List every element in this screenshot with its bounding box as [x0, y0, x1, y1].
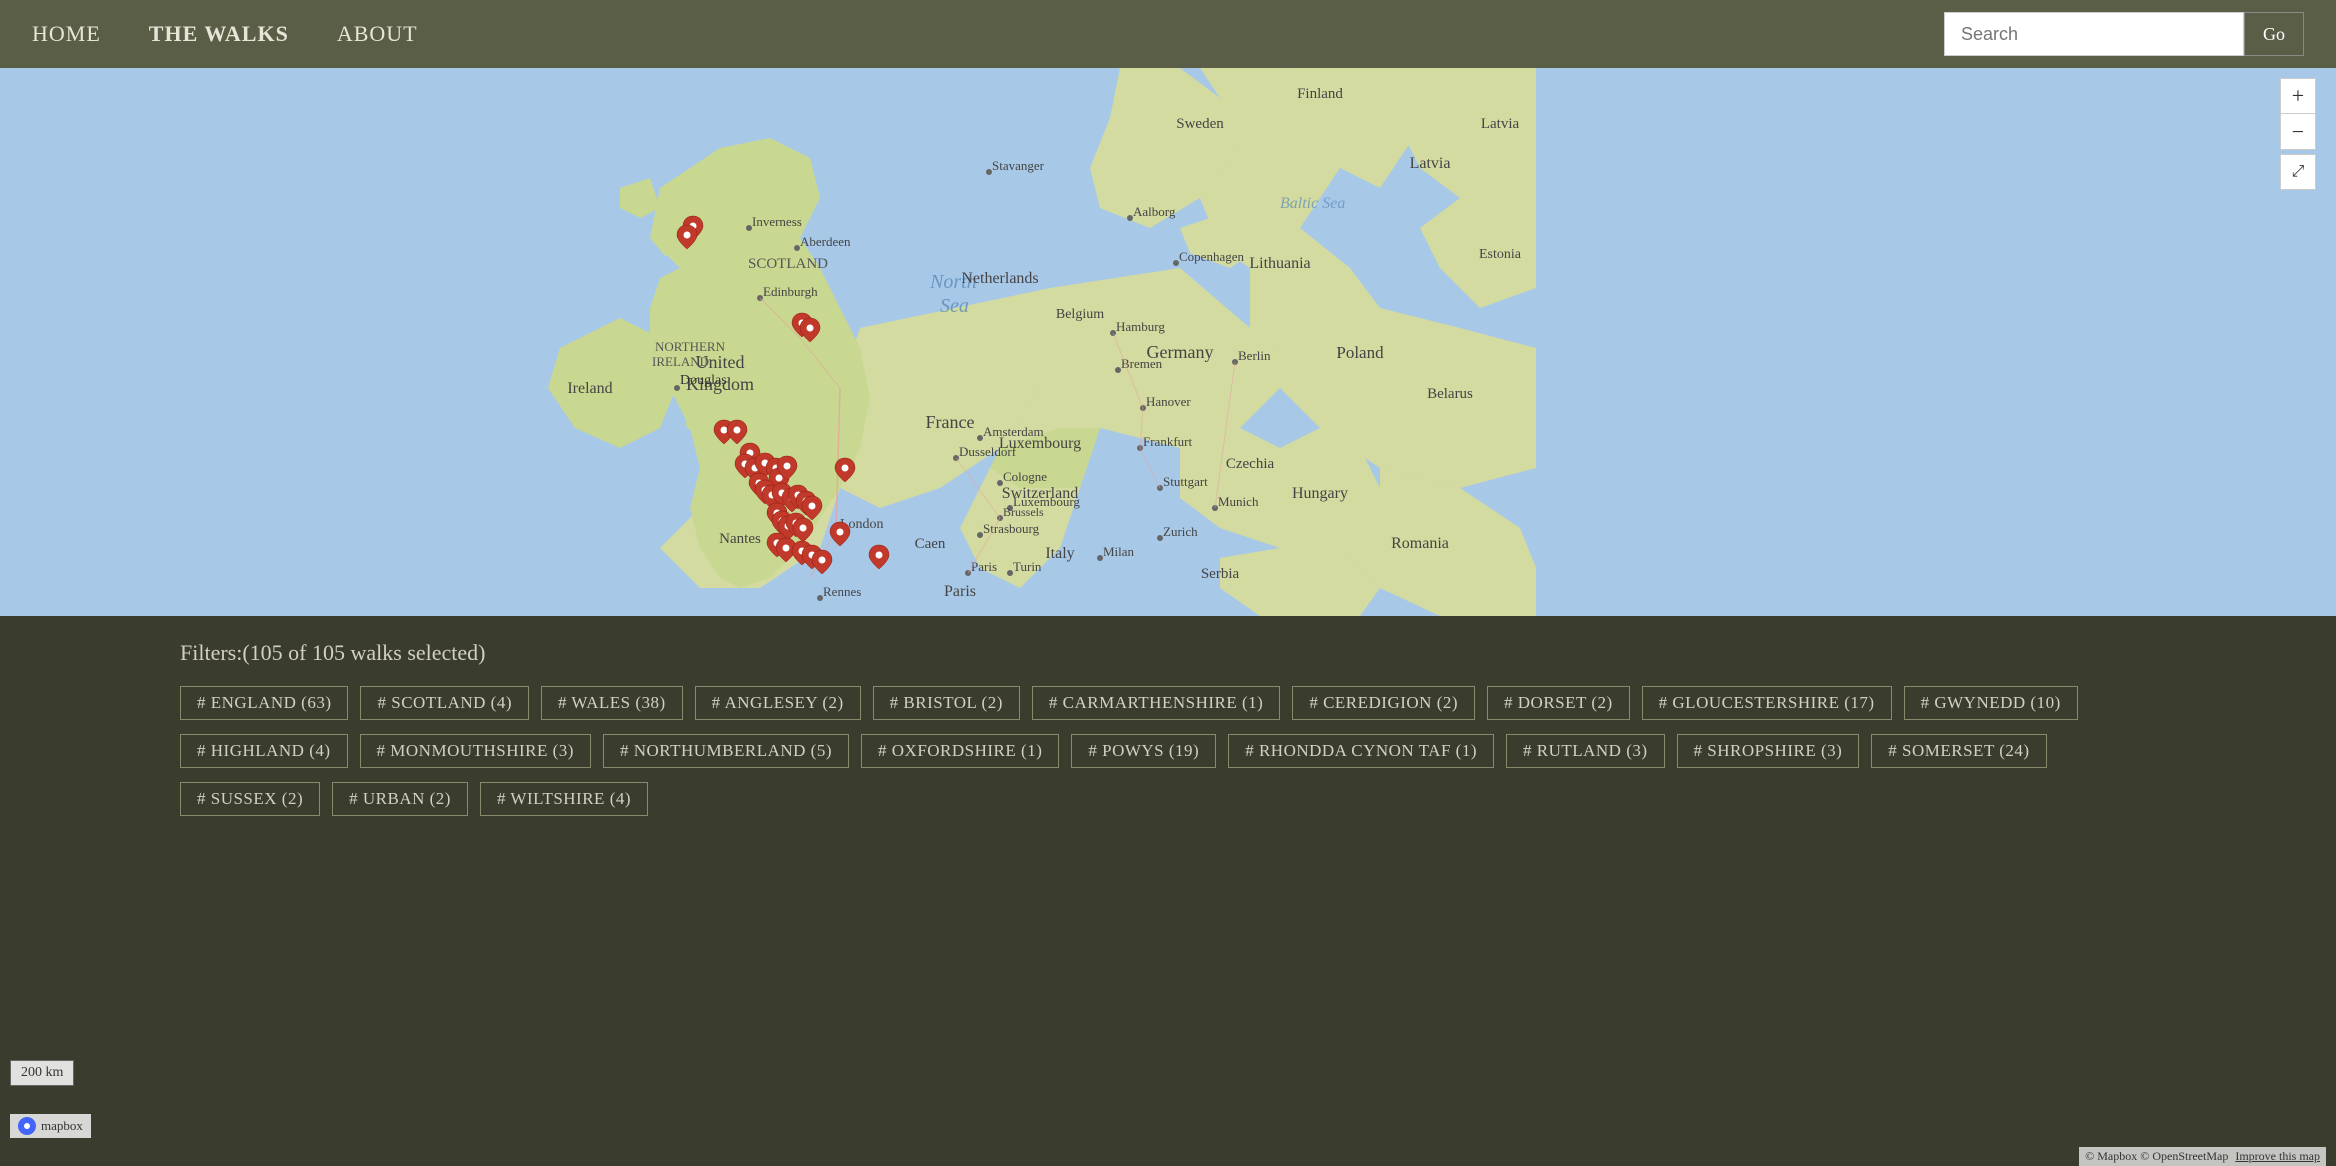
svg-text:Sea: Sea — [940, 295, 969, 317]
svg-text:Copenhagen: Copenhagen — [1179, 249, 1244, 264]
svg-text:IRELAND: IRELAND — [652, 354, 709, 369]
svg-text:Paris: Paris — [944, 583, 976, 600]
nav-about[interactable]: ABOUT — [337, 21, 418, 47]
nav-the-walks[interactable]: THE WALKS — [149, 21, 289, 47]
svg-text:Munich: Munich — [1218, 494, 1259, 509]
svg-text:Nantes: Nantes — [719, 531, 761, 547]
svg-text:Amsterdam: Amsterdam — [983, 424, 1044, 439]
filter-tag[interactable]: # POWYS (19) — [1071, 734, 1216, 768]
svg-text:Strasbourg: Strasbourg — [983, 521, 1040, 536]
search-container: Go — [1944, 12, 2304, 56]
map-controls: + − ⤢ — [2280, 78, 2316, 190]
svg-text:Brussels: Brussels — [1003, 505, 1044, 519]
svg-text:Romania: Romania — [1391, 535, 1449, 552]
douglas-label: Douglas — [680, 373, 727, 388]
svg-text:SCOTLAND: SCOTLAND — [748, 256, 828, 272]
search-button[interactable]: Go — [2244, 12, 2304, 56]
scale-bar: 200 km — [10, 1060, 74, 1086]
nav-home[interactable]: HOME — [32, 21, 101, 47]
filter-tag[interactable]: # RHONDDA CYNON TAF (1) — [1228, 734, 1494, 768]
filter-tag[interactable]: # WILTSHIRE (4) — [480, 782, 648, 816]
svg-text:Lithuania: Lithuania — [1249, 255, 1310, 272]
filter-tag[interactable]: # CEREDIGION (2) — [1292, 686, 1475, 720]
filter-tag[interactable]: # HIGHLAND (4) — [180, 734, 348, 768]
map-attribution: © Mapbox © OpenStreetMap Improve this ma… — [2079, 1147, 2326, 1166]
zoom-out-button[interactable]: − — [2280, 114, 2316, 150]
tags-row-2: # HIGHLAND (4) # MONMOUTHSHIRE (3) # NORTH… — [180, 734, 2156, 768]
svg-text:Belgium: Belgium — [1056, 307, 1104, 322]
svg-text:Milan: Milan — [1103, 544, 1135, 559]
filter-tag[interactable]: # SOMERSET (24) — [1871, 734, 2046, 768]
svg-text:Netherlands: Netherlands — [961, 270, 1038, 287]
filters-title: Filters:(105 of 105 walks selected) — [180, 640, 2156, 666]
filter-tag[interactable]: # RUTLAND (3) — [1506, 734, 1665, 768]
nav: HOME THE WALKS ABOUT — [32, 21, 466, 47]
svg-text:Zurich: Zurich — [1163, 524, 1198, 539]
svg-text:Berlin: Berlin — [1238, 348, 1271, 363]
map-container[interactable]: North Sea Baltic Sea United Kingdom Irel… — [0, 68, 2336, 616]
svg-text:Latvia: Latvia — [1410, 155, 1451, 172]
svg-text:Hungary: Hungary — [1292, 485, 1348, 502]
svg-text:Aberdeen: Aberdeen — [800, 234, 851, 249]
map-svg: North Sea Baltic Sea United Kingdom Irel… — [0, 68, 2336, 616]
svg-text:Dusseldorf: Dusseldorf — [959, 444, 1017, 459]
filter-tag[interactable]: # OXFORDSHIRE (1) — [861, 734, 1059, 768]
filter-tag[interactable]: # MONMOUTHSHIRE (3) — [360, 734, 591, 768]
svg-text:Cologne: Cologne — [1003, 469, 1047, 484]
tags-row-3: # SUSSEX (2) # URBAN (2) # WILTSHIRE (4) — [180, 782, 2156, 816]
mapbox-logo: mapbox — [10, 1114, 91, 1138]
svg-text:Italy: Italy — [1045, 545, 1074, 562]
improve-link[interactable]: Improve this map — [2235, 1149, 2320, 1163]
filter-tag[interactable]: # BRISTOL (2) — [873, 686, 1020, 720]
search-input[interactable] — [1944, 12, 2244, 56]
svg-text:Edinburgh: Edinburgh — [763, 284, 818, 299]
svg-text:Serbia: Serbia — [1201, 566, 1240, 582]
svg-text:Latvia: Latvia — [1481, 116, 1520, 132]
filter-tag[interactable]: # GWYNEDD (10) — [1904, 686, 2078, 720]
svg-text:Belarus: Belarus — [1427, 386, 1473, 402]
filter-tag[interactable]: # SUSSEX (2) — [180, 782, 320, 816]
filter-tag[interactable]: # URBAN (2) — [332, 782, 468, 816]
filters-panel: Filters:(105 of 105 walks selected) # EN… — [0, 616, 2336, 1166]
svg-text:Finland: Finland — [1297, 86, 1343, 102]
svg-text:Inverness: Inverness — [752, 214, 802, 229]
svg-text:Ireland: Ireland — [567, 380, 612, 397]
filter-tag[interactable]: # WALES (38) — [541, 686, 683, 720]
svg-text:Poland: Poland — [1336, 343, 1384, 362]
svg-text:Estonia: Estonia — [1479, 247, 1522, 262]
header: HOME THE WALKS ABOUT Go — [0, 0, 2336, 68]
svg-text:Hanover: Hanover — [1146, 394, 1191, 409]
filter-tag[interactable]: # ENGLAND (63) — [180, 686, 348, 720]
svg-text:NORTHERN: NORTHERN — [655, 339, 726, 354]
filter-tag[interactable]: # CARMARTHENSHIRE (1) — [1032, 686, 1280, 720]
filter-tag[interactable]: # GLOUCESTERSHIRE (17) — [1642, 686, 1892, 720]
svg-text:Stuttgart: Stuttgart — [1163, 474, 1208, 489]
filter-tag[interactable]: # DORSET (2) — [1487, 686, 1630, 720]
svg-text:Frankfurt: Frankfurt — [1143, 434, 1192, 449]
svg-text:Rennes: Rennes — [823, 584, 861, 599]
zoom-in-button[interactable]: + — [2280, 78, 2316, 114]
filter-tag[interactable]: # NORTHUMBERLAND (5) — [603, 734, 849, 768]
svg-text:Aalborg: Aalborg — [1133, 204, 1176, 219]
svg-text:Hamburg: Hamburg — [1116, 319, 1165, 334]
mapbox-icon — [18, 1117, 36, 1135]
mapbox-label: mapbox — [41, 1118, 83, 1134]
filter-tag[interactable]: # SHROPSHIRE (3) — [1677, 734, 1860, 768]
attribution-text: © Mapbox © OpenStreetMap — [2085, 1149, 2228, 1163]
svg-text:Turin: Turin — [1013, 559, 1042, 574]
filter-tag[interactable]: # SCOTLAND (4) — [360, 686, 529, 720]
filter-tag[interactable]: # ANGLESEY (2) — [695, 686, 861, 720]
svg-text:Stavanger: Stavanger — [992, 158, 1045, 173]
svg-text:France: France — [926, 412, 975, 432]
svg-text:Baltic Sea: Baltic Sea — [1280, 195, 1345, 212]
tags-row-1: # ENGLAND (63) # SCOTLAND (4) # WALES (38)… — [180, 686, 2156, 720]
svg-text:Sweden: Sweden — [1176, 116, 1224, 132]
svg-text:Caen: Caen — [915, 536, 946, 552]
expand-button[interactable]: ⤢ — [2280, 154, 2316, 190]
svg-text:Czechia: Czechia — [1226, 456, 1275, 472]
